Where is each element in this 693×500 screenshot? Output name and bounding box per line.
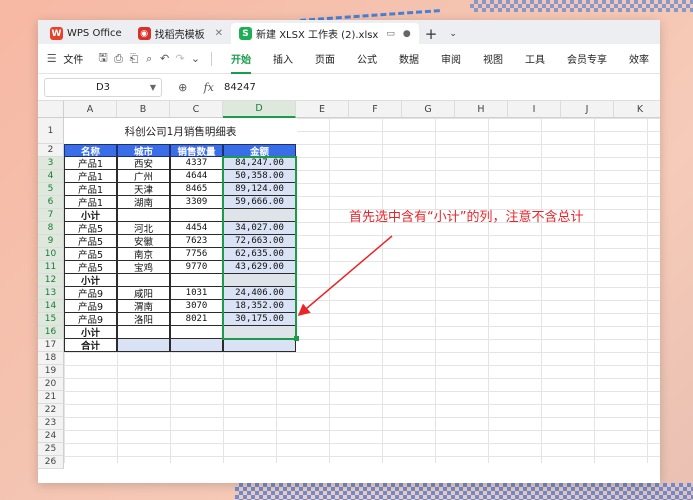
annotation-arrow bbox=[297, 235, 393, 316]
